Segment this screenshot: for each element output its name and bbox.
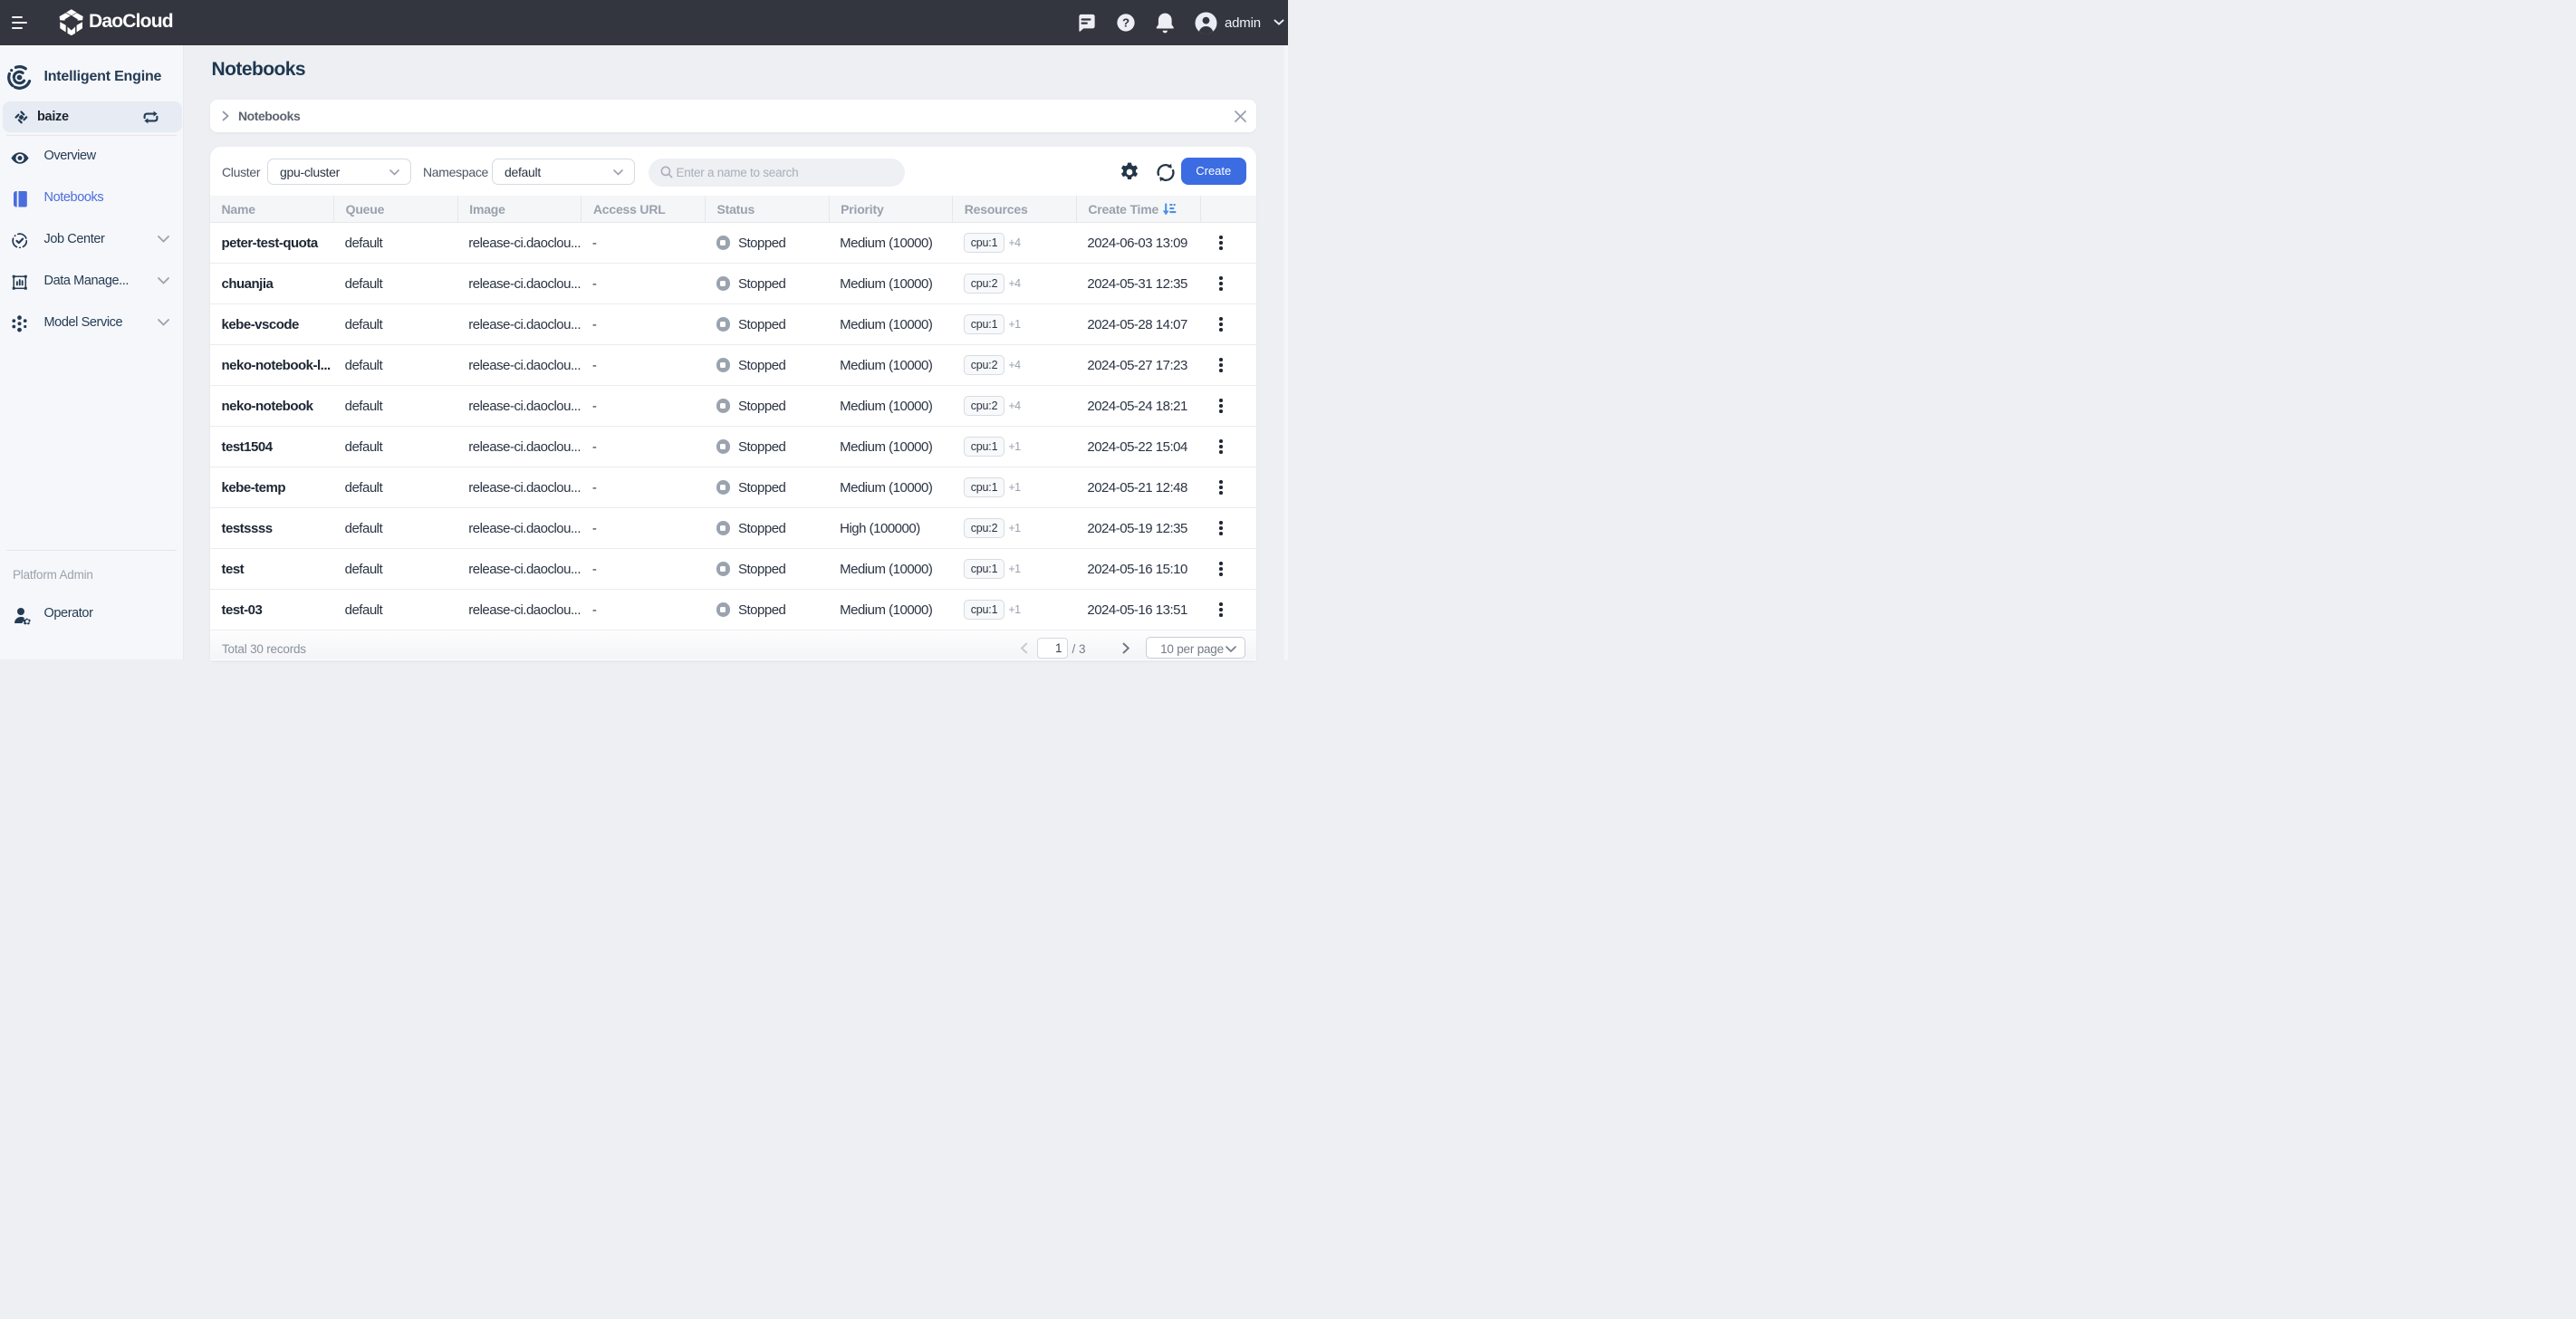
svg-text:?: ? (1122, 15, 1129, 29)
